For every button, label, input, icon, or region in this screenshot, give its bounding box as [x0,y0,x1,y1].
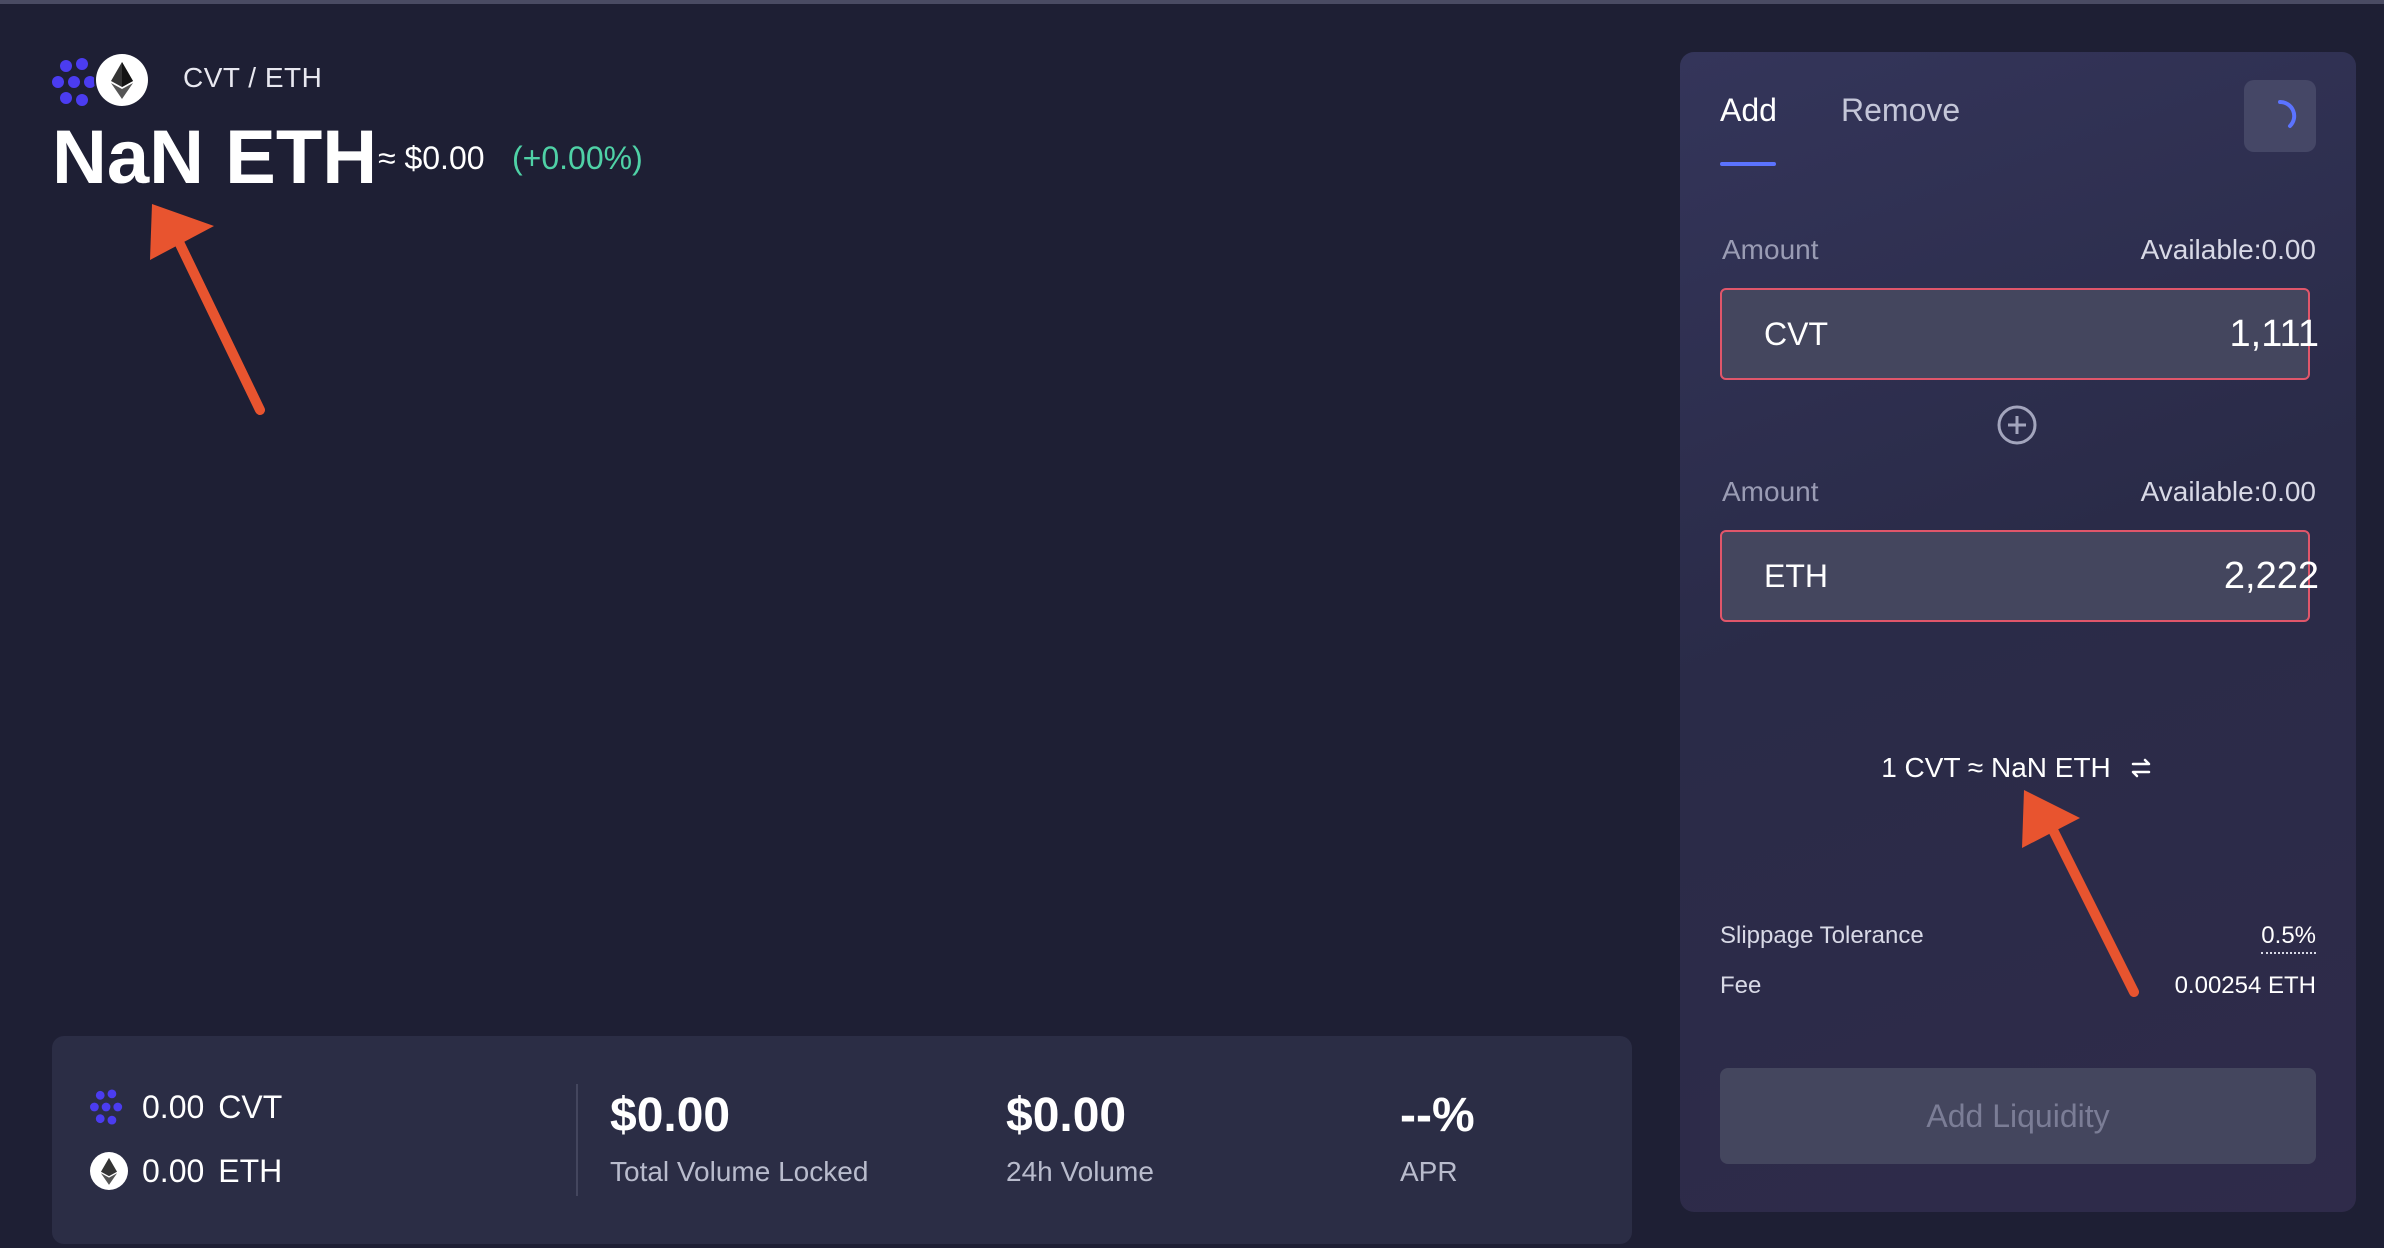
price-change: (+0.00%) [512,140,643,176]
tvl-label: Total Volume Locked [610,1156,869,1187]
pair-logos [52,52,152,108]
amount-label-2: Amount [1722,476,1819,507]
token-name-cvt: CVT [1764,315,1828,352]
swap-arrows-icon[interactable] [2127,754,2155,782]
pair-label: CVT / ETH [183,62,323,93]
add-liquidity-button[interactable]: Add Liquidity [1720,1068,2316,1164]
slippage-value[interactable]: 0.5% [2261,922,2316,954]
eth-logo-icon [90,1152,128,1190]
eth-logo-icon [96,54,148,106]
stat-24h-volume: $0.00 24h Volume [1006,1088,1154,1188]
stats-divider [576,1084,578,1196]
slippage-label: Slippage Tolerance [1720,922,1924,949]
stat-tvl: $0.00 Total Volume Locked [610,1088,868,1188]
amount-label-1: Amount [1722,234,1819,265]
stat-cvt-balance: 0.00 CVT [90,1088,282,1126]
settings-button[interactable] [2244,80,2316,152]
exchange-rate: 1 CVT ≈ NaN ETH [1680,752,2356,784]
tvl-value: $0.00 [610,1089,731,1142]
eth-amount: 0.00 [142,1152,205,1189]
available-balance-2: Available:0.00 [2140,476,2316,507]
plus-circle-icon [1997,405,2037,445]
fee-value: 0.00254 ETH [2174,972,2316,999]
fee-label: Fee [1720,972,1762,999]
tab-remove[interactable]: Remove [1841,92,1960,129]
token-name-eth: ETH [1764,557,1828,594]
cvt-logo-icon [90,1089,123,1125]
apr-value: --% [1400,1089,1475,1142]
eth-amount-field[interactable]: ETH [1720,530,2321,622]
cvt-amount-field[interactable]: CVT [1720,288,2321,380]
price-usd: ≈ $0.00 [378,140,485,176]
volume-value: $0.00 [1006,1089,1127,1142]
tab-add[interactable]: Add [1720,92,1777,129]
exchange-rate-text: 1 CVT ≈ NaN ETH [1881,752,2111,783]
tab-active-indicator [1720,162,1776,166]
volume-label: 24h Volume [1006,1156,1154,1187]
cvt-amount: 0.00 [142,1088,205,1125]
eth-amount-input[interactable] [1828,553,2321,599]
apr-label: APR [1400,1156,1458,1187]
pool-stats-card: 0.00 CVT 0.00 ETH $0.00 Total Volume Loc… [52,1036,1632,1244]
stat-eth-balance: 0.00 ETH [90,1152,282,1190]
pool-price: NaN ETH [52,115,378,200]
liquidity-panel: Add Remove Amount Available:0.00 CVT Amo… [1680,52,2356,1212]
top-border [0,0,2384,4]
stat-apr: --% APR [1400,1088,1475,1188]
settings-spinner-icon [2278,99,2297,128]
annotation-arrow-price [150,204,265,415]
eth-symbol: ETH [218,1152,283,1189]
available-balance-1: Available:0.00 [2140,234,2316,265]
cvt-symbol: CVT [218,1088,283,1125]
cvt-amount-input[interactable] [1828,311,2321,357]
